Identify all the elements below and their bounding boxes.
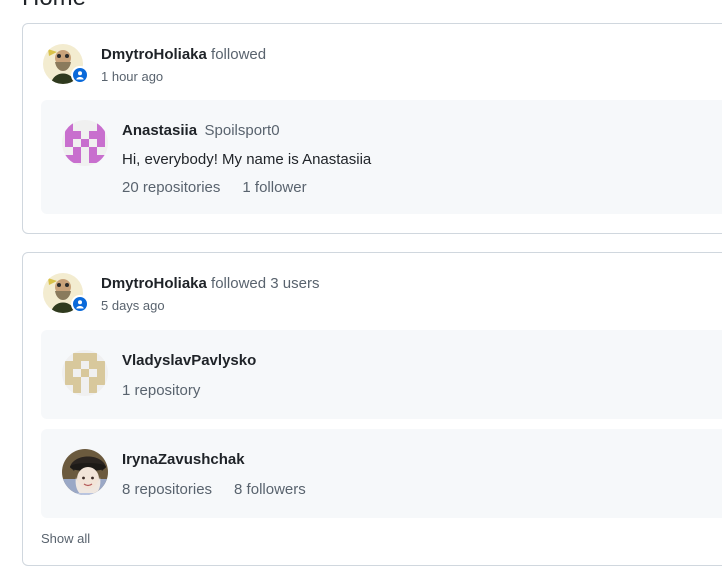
user-avatar[interactable]: [62, 350, 108, 396]
followed-user-card: Anastasiia Spoilsport0 Hi, everybody! My…: [41, 100, 722, 214]
actor-row: DmytroHoliaka followed 3 users 5 days ag…: [43, 273, 319, 317]
repositories-count[interactable]: 8 repositories: [122, 481, 212, 498]
timestamp[interactable]: 1 hour ago: [101, 69, 266, 84]
user-stats: 20 repositories 1 follower: [122, 179, 371, 196]
repositories-count[interactable]: 1 repository: [122, 382, 200, 399]
user-name-link[interactable]: Anastasiia: [122, 122, 197, 139]
person-icon: [71, 66, 89, 84]
user-stats: 8 repositories 8 followers: [122, 481, 306, 498]
action-text: followed 3 users: [211, 275, 320, 292]
actor-name-link[interactable]: DmytroHoliaka: [101, 275, 207, 292]
repositories-count[interactable]: 20 repositories: [122, 179, 220, 196]
user-avatar[interactable]: [62, 120, 108, 166]
followers-count[interactable]: 1 follower: [242, 179, 306, 196]
actor-name-link[interactable]: DmytroHoliaka: [101, 46, 207, 63]
feed-card-follow: DmytroHoliaka followed 1 hour ago Anasta…: [22, 23, 722, 234]
show-all-link[interactable]: Show all: [41, 531, 90, 546]
user-info: VladyslavPavlysko 1 repository: [122, 352, 256, 399]
person-icon: [71, 295, 89, 313]
user-name-link[interactable]: IrynaZavushchak: [122, 451, 245, 468]
timestamp[interactable]: 5 days ago: [101, 298, 319, 313]
action-text: followed: [211, 46, 267, 63]
followed-user-card: IrynaZavushchak 8 repositories 8 followe…: [41, 429, 722, 518]
actor-row: DmytroHoliaka followed 1 hour ago: [43, 44, 266, 88]
user-avatar[interactable]: [62, 449, 108, 495]
actor-avatar-wrap[interactable]: [43, 44, 89, 88]
actor-avatar-wrap[interactable]: [43, 273, 89, 317]
user-name-link[interactable]: VladyslavPavlysko: [122, 352, 256, 369]
feed-card-follow-multiple: DmytroHoliaka followed 3 users 5 days ag…: [22, 252, 722, 566]
user-login[interactable]: Spoilsport0: [205, 122, 280, 139]
followers-count[interactable]: 8 followers: [234, 481, 306, 498]
page-title: Home: [22, 0, 86, 12]
user-info: IrynaZavushchak 8 repositories 8 followe…: [122, 451, 306, 498]
user-stats: 1 repository: [122, 382, 256, 399]
actor-text: DmytroHoliaka followed 3 users 5 days ag…: [101, 273, 319, 313]
actor-text: DmytroHoliaka followed 1 hour ago: [101, 44, 266, 84]
user-info: Anastasiia Spoilsport0 Hi, everybody! My…: [122, 122, 371, 196]
user-bio: Hi, everybody! My name is Anastasiia: [122, 151, 372, 168]
followed-user-card: VladyslavPavlysko 1 repository: [41, 330, 722, 419]
